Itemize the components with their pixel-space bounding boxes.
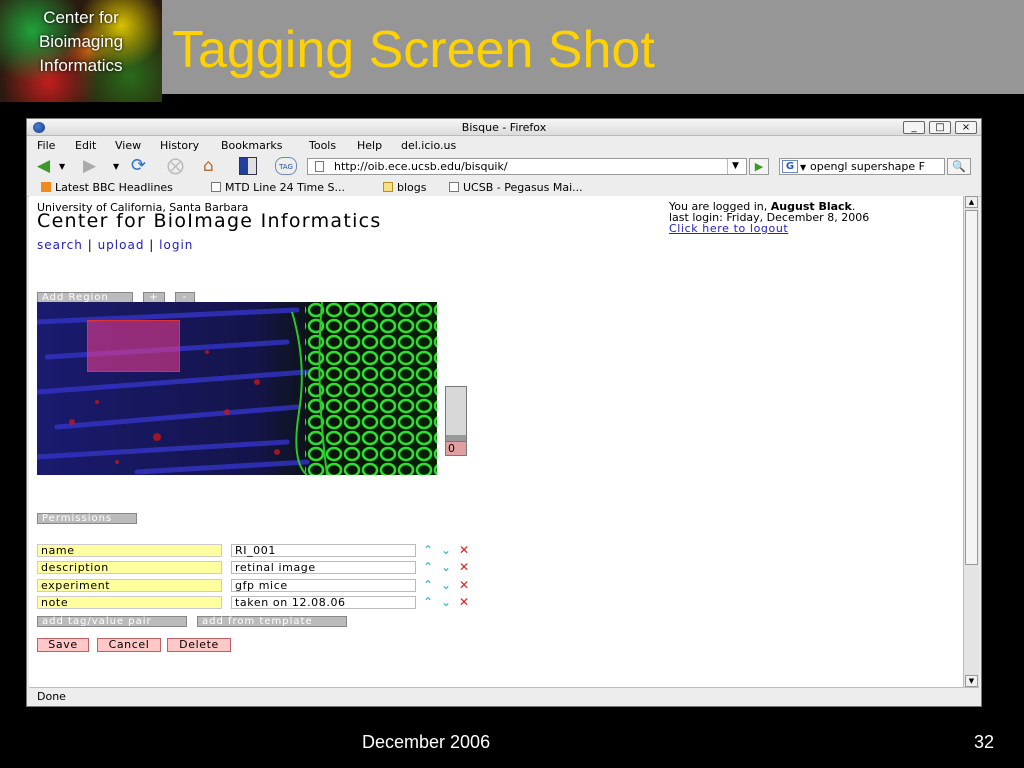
bookmark-ucsb[interactable]: UCSB - Pegasus Mai... [449, 181, 583, 194]
tag-name-field[interactable]: experiment [37, 579, 222, 592]
logo-text: Center for Bioimaging Informatics [38, 8, 124, 75]
menu-view[interactable]: View [115, 139, 141, 152]
login-link[interactable]: login [159, 238, 193, 252]
slide-title: Tagging Screen Shot [172, 21, 655, 79]
page-icon [449, 182, 459, 192]
home-icon[interactable]: ⌂ [203, 157, 214, 175]
site-nav: search | upload | login [37, 238, 193, 252]
move-up-icon[interactable]: ⌃ [423, 544, 433, 556]
menu-history[interactable]: History [160, 139, 199, 152]
back-dropdown-icon[interactable]: ▼ [59, 157, 65, 175]
menu-edit[interactable]: Edit [75, 139, 96, 152]
cbi-logo: Center for Bioimaging Informatics [0, 0, 162, 102]
search-link[interactable]: search [37, 238, 83, 252]
depth-slider[interactable]: 0 [445, 386, 467, 456]
footer-date: December 2006 [362, 732, 491, 752]
status-bar: Done [29, 687, 979, 705]
url-dropdown-icon[interactable]: ▼ [727, 159, 743, 174]
screen-icon[interactable] [239, 157, 257, 175]
back-icon[interactable]: ◀ [37, 157, 50, 175]
tag-icon[interactable]: TAG [275, 157, 297, 175]
menu-help[interactable]: Help [357, 139, 382, 152]
go-button[interactable]: ▶ [749, 158, 769, 175]
tag-value-field[interactable]: taken on 12.08.06 [231, 596, 416, 609]
url-text: http://oib.ece.ucsb.edu/bisquik/ [334, 160, 508, 173]
bookmark-blogs[interactable]: blogs [383, 181, 426, 194]
tag-name-field[interactable]: description [37, 561, 222, 574]
move-up-icon[interactable]: ⌃ [423, 596, 433, 608]
browser-window: Bisque - Firefox _ □ × File Edit View Hi… [26, 118, 982, 707]
rss-icon [41, 182, 51, 192]
tagged-region[interactable] [87, 320, 180, 372]
page-content: University of California, Santa Barbara … [29, 196, 963, 687]
maximize-button[interactable]: □ [929, 121, 951, 134]
move-down-icon[interactable]: ⌄ [441, 561, 451, 573]
cancel-button[interactable]: Cancel [97, 638, 161, 652]
menu-file[interactable]: File [37, 139, 55, 152]
page-icon [315, 161, 324, 172]
delete-button[interactable]: Delete [167, 638, 231, 652]
login-status: You are logged in, August Black. last lo… [669, 201, 869, 234]
page-number: 32 [974, 732, 995, 752]
slider-value: 0 [446, 441, 466, 455]
move-down-icon[interactable]: ⌄ [441, 596, 451, 608]
add-tag-pair-button[interactable]: add tag/value pair [37, 616, 187, 627]
folder-icon [383, 182, 393, 192]
move-down-icon[interactable]: ⌄ [441, 544, 451, 556]
vertical-scrollbar[interactable]: ▲ ▼ [963, 196, 979, 687]
delete-tag-icon[interactable]: ✕ [459, 579, 469, 591]
move-up-icon[interactable]: ⌃ [423, 579, 433, 591]
window-titlebar: Bisque - Firefox _ □ × [27, 119, 981, 136]
tag-value-field[interactable]: gfp mice [231, 579, 416, 592]
forward-dropdown-icon[interactable]: ▼ [113, 157, 119, 175]
url-input[interactable]: http://oib.ece.ucsb.edu/bisquik/ [307, 158, 747, 175]
site-title: Center for BioImage Informatics [37, 210, 382, 232]
add-from-template-button[interactable]: add from template [197, 616, 347, 627]
close-button[interactable]: × [955, 121, 977, 134]
save-button[interactable]: Save [37, 638, 89, 652]
search-engine-dropdown-icon[interactable]: ▼ [800, 160, 806, 174]
bookmark-mtd[interactable]: MTD Line 24 Time S... [211, 181, 345, 194]
google-icon[interactable]: G [782, 160, 798, 173]
page-icon [211, 182, 221, 192]
delete-tag-icon[interactable]: ✕ [459, 544, 469, 556]
menu-bookmarks[interactable]: Bookmarks [221, 139, 282, 152]
tag-name-field[interactable]: name [37, 544, 222, 557]
scroll-up-icon[interactable]: ▲ [965, 196, 978, 208]
tag-name-field[interactable]: note [37, 596, 222, 609]
bookmark-bbc[interactable]: Latest BBC Headlines [41, 181, 173, 194]
move-up-icon[interactable]: ⌃ [423, 561, 433, 573]
delete-tag-icon[interactable]: ✕ [459, 561, 469, 573]
search-input[interactable]: G ▼ opengl supershape F [779, 158, 945, 175]
menu-tools[interactable]: Tools [309, 139, 336, 152]
image-canvas[interactable] [37, 302, 437, 475]
search-button[interactable]: 🔍 [947, 158, 971, 175]
tag-value-field[interactable]: RI_001 [231, 544, 416, 557]
scroll-down-icon[interactable]: ▼ [965, 675, 978, 687]
nav-separator: | [149, 238, 155, 252]
menu-delicious[interactable]: del.icio.us [401, 139, 456, 152]
move-down-icon[interactable]: ⌄ [441, 579, 451, 591]
menu-bar: File Edit View History Bookmarks Tools H… [27, 136, 981, 155]
forward-icon[interactable]: ▶ [83, 157, 96, 175]
upload-link[interactable]: upload [98, 238, 145, 252]
nav-separator: | [87, 238, 93, 252]
delete-tag-icon[interactable]: ✕ [459, 596, 469, 608]
navigation-toolbar: ◀ ▼ ▶ ▼ ⟳ ⨂ ⌂ TAG http://oib.ece.ucsb.ed… [27, 155, 981, 178]
bookmarks-toolbar: Latest BBC Headlines MTD Line 24 Time S.… [27, 178, 981, 197]
logout-link[interactable]: Click here to logout [669, 222, 788, 235]
tag-value-field[interactable]: retinal image [231, 561, 416, 574]
search-text: opengl supershape F [810, 160, 925, 173]
minimize-button[interactable]: _ [903, 121, 925, 134]
window-title: Bisque - Firefox [461, 121, 547, 134]
reload-icon[interactable]: ⟳ [131, 157, 146, 175]
permissions-button[interactable]: Permissions [37, 513, 137, 524]
stop-icon[interactable]: ⨂ [167, 157, 184, 175]
scroll-thumb[interactable] [965, 210, 978, 565]
